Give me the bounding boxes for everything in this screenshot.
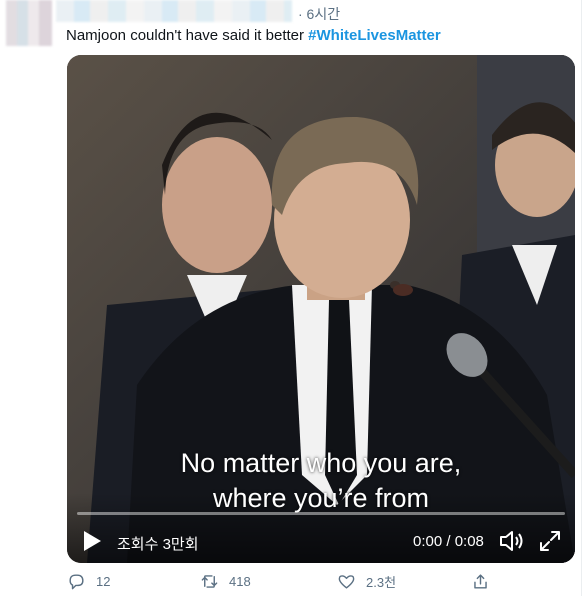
reply-icon <box>69 574 84 590</box>
view-count: 조회수 3만회 <box>117 536 199 553</box>
tweet-timestamp[interactable]: · 6시간 <box>298 4 340 24</box>
video-player[interactable]: No matter who you are, where you’re from… <box>67 55 575 563</box>
video-caption-line1: No matter who you are, <box>180 448 462 478</box>
reply-button[interactable]: 12 <box>67 572 110 591</box>
fullscreen-icon[interactable] <box>538 529 562 553</box>
retweet-icon <box>201 575 218 588</box>
tweet-actions: 12 418 2.3천 <box>0 572 582 596</box>
reply-count: 12 <box>96 574 111 589</box>
like-icon <box>338 575 355 589</box>
tweet[interactable]: · 6시간 Namjoon couldn't have said it bett… <box>0 0 582 596</box>
volume-icon[interactable] <box>498 528 524 554</box>
tweet-body: Namjoon couldn't have said it better <box>66 27 309 44</box>
hashtag-link[interactable]: #WhiteLivesMatter <box>308 27 441 44</box>
like-button[interactable]: 2.3천 <box>337 572 396 591</box>
share-icon <box>474 574 487 589</box>
video-time: 0:00 / 0:08 <box>413 533 484 550</box>
tweet-text: Namjoon couldn't have said it better #Wh… <box>66 26 441 46</box>
retweet-count: 418 <box>229 574 251 589</box>
author-name[interactable] <box>56 0 292 22</box>
retweet-button[interactable]: 418 <box>200 572 251 591</box>
share-button[interactable] <box>471 572 490 591</box>
play-icon[interactable] <box>81 529 103 553</box>
like-count: 2.3천 <box>366 575 397 590</box>
video-caption-line2: where you’re from <box>212 483 430 513</box>
video-progress-bar[interactable] <box>77 512 565 515</box>
avatar[interactable] <box>6 0 52 46</box>
